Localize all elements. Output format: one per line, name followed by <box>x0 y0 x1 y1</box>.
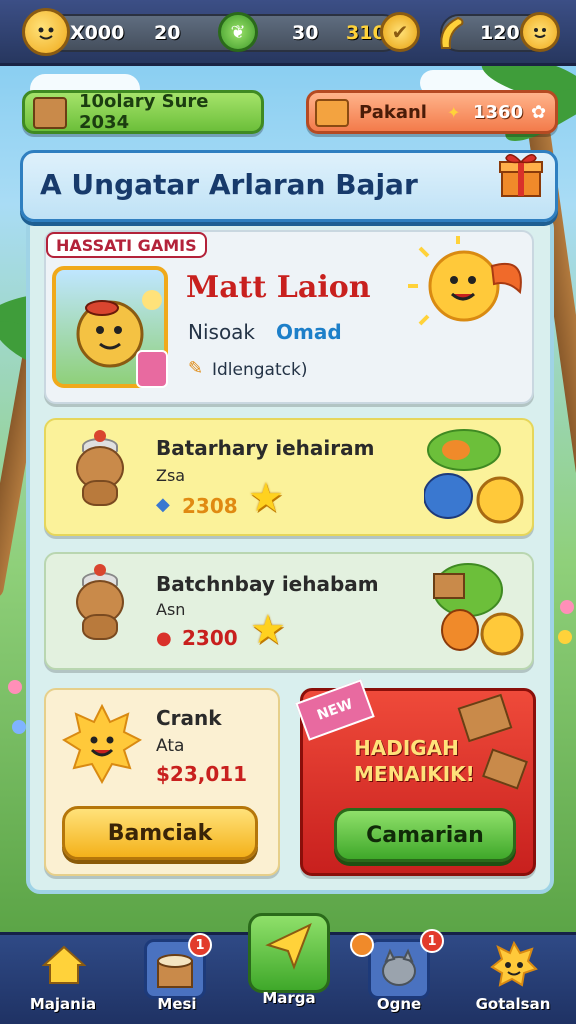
promo-line-2: MENAIKIK! <box>354 762 475 786</box>
event-pill-label: 10olary Sure 2034 <box>79 91 209 133</box>
nav-item-home[interactable]: Majania <box>8 935 118 1024</box>
nav-label-profile: Gotalsan <box>475 995 551 1013</box>
gold-coin-icon[interactable]: ✔ <box>380 12 420 52</box>
bear-character-icon <box>70 564 130 640</box>
bonus-button[interactable]: Bamciak <box>62 806 258 860</box>
shop-pill-label: Pakanl <box>359 101 427 123</box>
offer-title-2: Batchnbay iehabam <box>156 572 379 596</box>
paper-plane-icon <box>264 921 314 971</box>
shop-pill-value: 1360 <box>473 101 524 123</box>
resource-value-1: X000 <box>70 22 125 44</box>
sun-icon <box>61 703 143 785</box>
edit-icon[interactable]: ✎ <box>188 358 203 379</box>
cat-icon <box>378 947 420 989</box>
leaf-coin-icon[interactable]: ❦ <box>218 12 258 52</box>
avatar-badge-icon <box>136 350 168 388</box>
offer-price-1: 2308 <box>182 494 238 518</box>
basket-icon <box>154 949 196 989</box>
nav-label-send: Marga <box>262 989 316 1007</box>
nav-label-home: Majania <box>29 995 97 1013</box>
player-subtitle: Nisoak <box>188 320 256 344</box>
banana-icon <box>436 14 470 54</box>
bonus-price: $23,011 <box>156 762 248 786</box>
flower-icon: ✿ <box>531 101 547 123</box>
bonus-title: Crank <box>156 706 222 730</box>
coin-face-icon[interactable] <box>520 12 560 52</box>
page-title: A Ungatar Arlaran Bajar <box>40 168 418 201</box>
profile-tag: HASSATI GAMIS <box>46 232 207 258</box>
ruby-icon: ● <box>156 628 172 649</box>
player-tag-link[interactable]: Omad <box>276 320 342 344</box>
pet-avatar-icon[interactable] <box>22 8 70 56</box>
shop-pill[interactable]: Pakanl ✦ 1360 ✿ <box>306 90 558 134</box>
reward-bundle-icon <box>424 560 530 660</box>
promo-button[interactable]: Camarian <box>334 808 516 862</box>
promo-line-1: HADIGAH <box>354 736 459 760</box>
home-icon <box>41 943 87 987</box>
offer-sub-1: Zsa <box>156 466 186 485</box>
event-pill[interactable]: 10olary Sure 2034 <box>22 90 264 134</box>
chest-icon <box>315 99 349 127</box>
top-resource-bar: X000 20 ❦ 30 310 ✔ 120 <box>0 0 576 66</box>
gift-icon[interactable] <box>496 150 546 200</box>
nav-label-pets: Ogne <box>376 995 422 1013</box>
nav-badge-shop: 1 <box>188 933 212 957</box>
star-icon: ★ <box>248 475 284 521</box>
sparkle-icon: ✦ <box>447 102 461 122</box>
bear-character-icon <box>70 430 130 506</box>
reward-bundle-icon <box>423 426 530 526</box>
nav-dot-icon <box>350 933 374 957</box>
nav-badge-pets: 1 <box>420 929 444 953</box>
offer-title-1: Batarhary iehairam <box>156 436 375 460</box>
bonus-sub: Ata <box>156 736 185 756</box>
nav-item-send[interactable]: Marga <box>234 913 344 1024</box>
sun-mascot-icon <box>408 236 532 336</box>
nav-item-profile[interactable]: Gotalsan <box>458 935 568 1024</box>
resource-value-3: 30 <box>292 22 319 44</box>
nav-item-shop[interactable]: 1 Mesi <box>122 933 232 1024</box>
diamond-icon: ◆ <box>156 494 170 515</box>
nav-item-pets[interactable]: 1 Ogne <box>344 929 454 1024</box>
offer-sub-2: Asn <box>156 600 186 619</box>
player-status: Idlengatck) <box>212 360 308 380</box>
resource-value-2: 20 <box>154 22 181 44</box>
resource-value-5: 120 <box>480 22 520 44</box>
treasure-box-icon <box>33 97 67 129</box>
offer-price-2: 2300 <box>182 626 238 650</box>
star-icon: ★ <box>250 607 286 653</box>
bottom-nav: Majania 1 Mesi Marga 1 Ogne Gotalsan <box>0 913 576 1024</box>
nav-label-shop: Mesi <box>157 995 197 1013</box>
pet-face-icon <box>490 940 538 989</box>
player-name: Matt Laion <box>186 270 371 305</box>
